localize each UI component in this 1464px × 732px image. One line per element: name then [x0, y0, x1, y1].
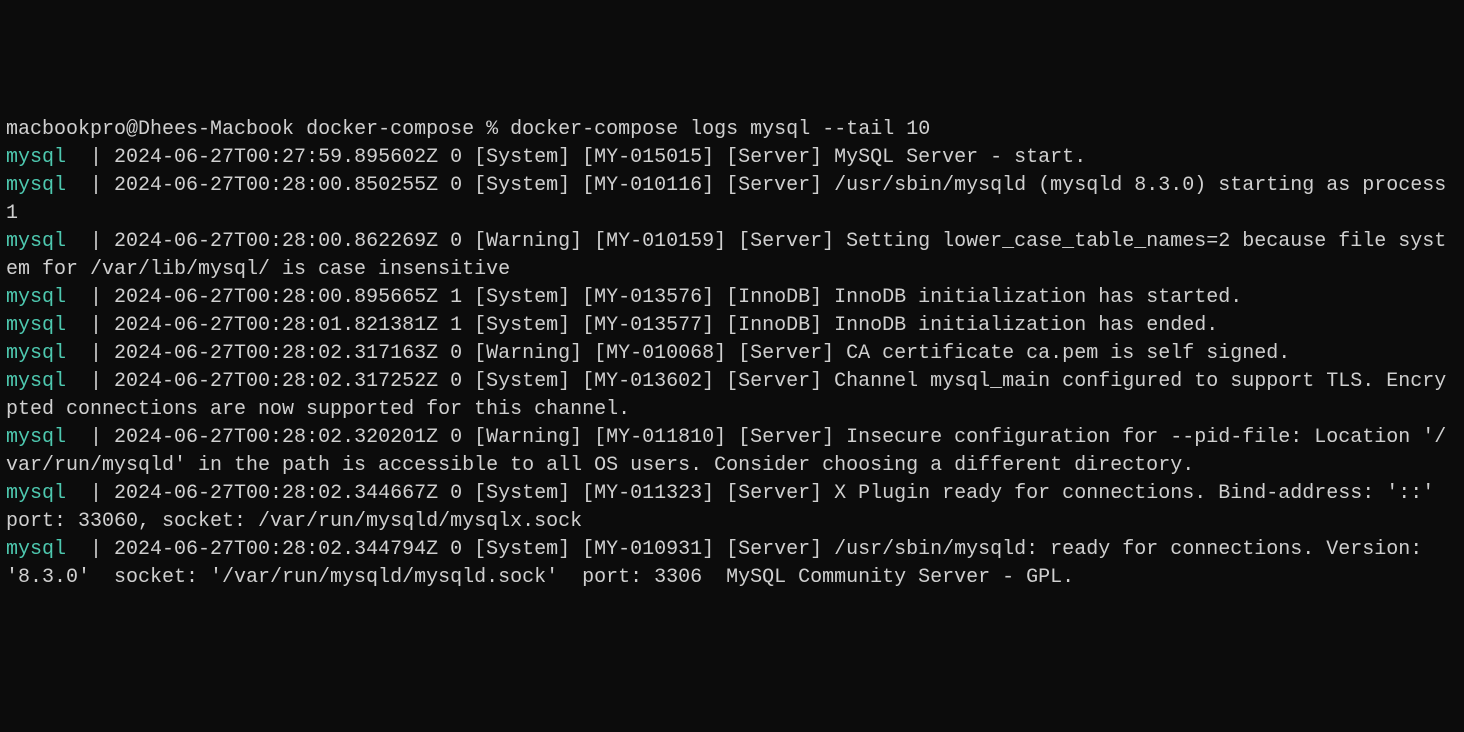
log-separator: |: [66, 342, 114, 365]
service-name: mysql: [6, 314, 66, 337]
service-name: mysql: [6, 426, 66, 449]
log-line: mysql | 2024-06-27T00:28:02.317163Z 0 [W…: [6, 340, 1458, 368]
log-message: 2024-06-27T00:28:02.317163Z 0 [Warning] …: [114, 342, 1290, 365]
log-message: 2024-06-27T00:28:02.320201Z 0 [Warning] …: [6, 426, 1446, 477]
service-name: mysql: [6, 230, 66, 253]
service-name: mysql: [6, 538, 66, 561]
log-separator: |: [66, 146, 114, 169]
prompt-command: docker-compose logs mysql --tail 10: [510, 118, 930, 141]
log-line: mysql | 2024-06-27T00:28:02.344794Z 0 [S…: [6, 536, 1458, 592]
log-separator: |: [66, 538, 114, 561]
service-name: mysql: [6, 370, 66, 393]
service-name: mysql: [6, 146, 66, 169]
log-message: 2024-06-27T00:28:01.821381Z 1 [System] […: [114, 314, 1218, 337]
terminal-output[interactable]: macbookpro@Dhees-Macbook docker-compose …: [6, 116, 1458, 592]
log-message: 2024-06-27T00:28:02.344794Z 0 [System] […: [6, 538, 1434, 589]
log-message: 2024-06-27T00:28:00.895665Z 1 [System] […: [114, 286, 1242, 309]
prompt-separator: %: [486, 118, 498, 141]
log-line: mysql | 2024-06-27T00:28:01.821381Z 1 [S…: [6, 312, 1458, 340]
service-name: mysql: [6, 174, 66, 197]
prompt-cwd: docker-compose: [306, 118, 474, 141]
log-separator: |: [66, 286, 114, 309]
log-separator: |: [66, 426, 114, 449]
log-separator: |: [66, 314, 114, 337]
prompt-user-host: macbookpro@Dhees-Macbook: [6, 118, 294, 141]
log-message: 2024-06-27T00:28:00.862269Z 0 [Warning] …: [6, 230, 1446, 281]
log-line: mysql | 2024-06-27T00:28:02.320201Z 0 [W…: [6, 424, 1458, 480]
log-message: 2024-06-27T00:28:02.317252Z 0 [System] […: [6, 370, 1446, 421]
log-message: 2024-06-27T00:27:59.895602Z 0 [System] […: [114, 146, 1086, 169]
log-separator: |: [66, 230, 114, 253]
log-separator: |: [66, 482, 114, 505]
log-line: mysql | 2024-06-27T00:28:00.895665Z 1 [S…: [6, 284, 1458, 312]
log-message: 2024-06-27T00:28:00.850255Z 0 [System] […: [6, 174, 1458, 225]
log-separator: |: [66, 174, 114, 197]
log-separator: |: [66, 370, 114, 393]
service-name: mysql: [6, 342, 66, 365]
service-name: mysql: [6, 286, 66, 309]
log-line: mysql | 2024-06-27T00:28:00.850255Z 0 [S…: [6, 172, 1458, 228]
log-line: mysql | 2024-06-27T00:28:02.317252Z 0 [S…: [6, 368, 1458, 424]
prompt-line: macbookpro@Dhees-Macbook docker-compose …: [6, 116, 1458, 144]
log-line: mysql | 2024-06-27T00:28:02.344667Z 0 [S…: [6, 480, 1458, 536]
log-line: mysql | 2024-06-27T00:28:00.862269Z 0 [W…: [6, 228, 1458, 284]
service-name: mysql: [6, 482, 66, 505]
log-line: mysql | 2024-06-27T00:27:59.895602Z 0 [S…: [6, 144, 1458, 172]
log-message: 2024-06-27T00:28:02.344667Z 0 [System] […: [6, 482, 1446, 533]
